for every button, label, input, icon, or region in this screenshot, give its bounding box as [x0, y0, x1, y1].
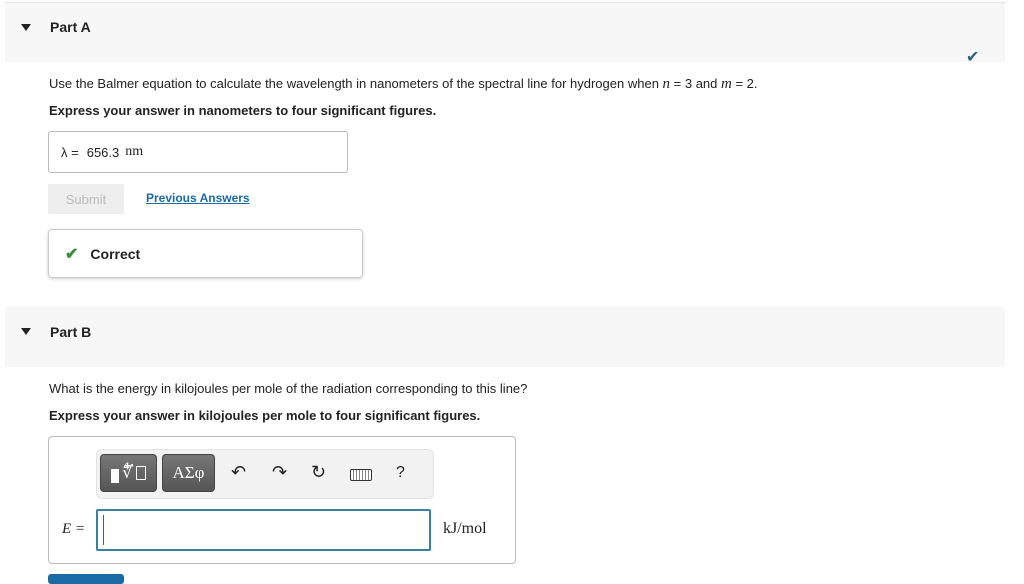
submit-button-b[interactable] [48, 574, 124, 584]
part-a-title: Part A [50, 19, 91, 35]
redo-icon[interactable]: ↷ [272, 462, 287, 483]
part-a-question: Use the Balmer equation to calculate the… [49, 76, 758, 93]
reset-icon[interactable]: ↻ [311, 462, 326, 483]
undo-icon[interactable]: ↶ [231, 462, 246, 483]
help-button[interactable]: ? [396, 464, 405, 482]
answer-value: 656.3 [86, 144, 120, 160]
submit-button[interactable]: Submit [48, 184, 124, 214]
part-b-title: Part B [50, 324, 92, 340]
complete-check-icon: ✔ [966, 49, 980, 66]
m-variable: m [721, 76, 732, 92]
part-a-header[interactable] [5, 2, 1005, 62]
answer-unit: nm [125, 144, 144, 159]
check-icon: ✔ [65, 245, 79, 263]
energy-label: E = [62, 520, 85, 538]
n-variable: n [662, 76, 671, 92]
part-b-header[interactable] [5, 307, 1005, 367]
energy-label-text: E = [62, 521, 86, 537]
templates-icon: ∜̅ [111, 463, 146, 483]
feedback-text: Correct [90, 245, 141, 262]
keyboard-icon[interactable] [350, 469, 372, 481]
part-a-instruction: Express your answer in nanometers to fou… [49, 103, 437, 118]
n-value: = 3 and [670, 76, 722, 91]
collapse-triangle-icon[interactable] [21, 328, 31, 335]
part-a-answer-field: λ = 656.3 nm [48, 131, 348, 173]
templates-button[interactable]: ∜̅ [100, 454, 157, 492]
question-text: Use the Balmer equation to calculate the… [49, 76, 663, 91]
part-b-question: What is the energy in kilojoules per mol… [49, 381, 528, 396]
collapse-triangle-icon[interactable] [21, 24, 31, 31]
m-value: = 2. [731, 76, 758, 91]
lambda-label: λ = [61, 144, 79, 160]
part-b-instruction: Express your answer in kilojoules per mo… [49, 408, 481, 423]
energy-input[interactable] [96, 509, 431, 551]
previous-answers-link[interactable]: Previous Answers [146, 191, 250, 205]
text-caret [103, 515, 104, 545]
correct-feedback: ✔ Correct [48, 229, 363, 278]
energy-unit: kJ/mol [443, 520, 487, 537]
greek-symbols-button[interactable]: ΑΣφ [162, 454, 215, 492]
